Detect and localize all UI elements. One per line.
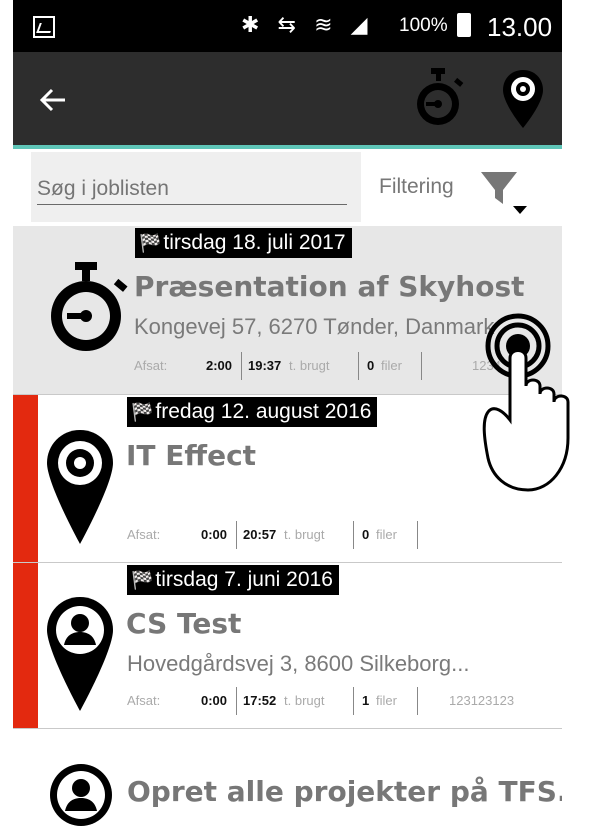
toolbar-accent-line xyxy=(13,145,562,149)
map-pin-gear-icon xyxy=(503,70,543,128)
job-date: tirsdag 18. juli 2017 xyxy=(163,231,346,254)
checkered-flag-icon: 🏁 xyxy=(139,233,162,253)
stopwatch-icon xyxy=(51,262,128,351)
files-label: filer xyxy=(381,358,402,373)
used-label: t. brugt xyxy=(289,358,330,373)
checkered-flag-icon: 🏁 xyxy=(131,570,154,590)
job-date-badge: 🏁tirsdag 18. juli 2017 xyxy=(135,228,352,258)
job-title: CS Test xyxy=(126,607,242,640)
files-value: 1 xyxy=(362,693,370,708)
used-value: 19:37 xyxy=(248,358,282,373)
search-input[interactable] xyxy=(37,174,347,205)
filter-label[interactable]: Filtering xyxy=(379,175,454,199)
job-date: tirsdag 7. juni 2016 xyxy=(155,568,333,591)
job-date-badge: 🏁fredag 12. august 2016 xyxy=(127,397,378,427)
files-value: 0 xyxy=(362,527,370,542)
job-date: fredag 12. august 2016 xyxy=(155,400,372,423)
job-meta: Afsat: 0:00 20:57 t. brugt 0 filer xyxy=(127,521,547,549)
job-list-item[interactable]: Opret alle projekter på TFS... xyxy=(13,729,562,827)
afsat-value: 2:00 xyxy=(206,358,233,373)
status-bar: ✱ ⇆ ≋ ◢ 100% 13.00 xyxy=(13,0,562,52)
job-reference: 123123123 xyxy=(449,693,515,708)
job-title: Opret alle projekter på TFS... xyxy=(127,775,562,808)
afsat-value: 0:00 xyxy=(201,693,228,708)
status-bar-indicator xyxy=(13,563,38,728)
used-label: t. brugt xyxy=(284,693,325,708)
arrow-left-icon xyxy=(39,88,65,112)
location-settings-button[interactable] xyxy=(501,68,545,130)
battery-icon xyxy=(457,13,471,37)
back-button[interactable] xyxy=(35,82,71,118)
files-value: 0 xyxy=(367,358,375,373)
used-value: 17:52 xyxy=(243,693,277,708)
filter-icon[interactable] xyxy=(479,170,531,218)
job-list-item[interactable]: 🏁tirsdag 7. juni 2016 CS Test Hovedgårds… xyxy=(13,563,562,729)
map-pin-gear-icon xyxy=(47,430,113,544)
status-bar-indicator xyxy=(13,395,38,562)
clock: 13.00 xyxy=(487,12,553,42)
afsat-label: Afsat: xyxy=(127,693,161,708)
tap-hand-icon xyxy=(482,313,570,492)
app-toolbar xyxy=(13,52,562,145)
status-icons: ✱ ⇆ ≋ ◢ xyxy=(241,12,374,37)
job-title: Præsentation af Skyhost xyxy=(134,270,525,303)
used-value: 20:57 xyxy=(243,527,277,542)
job-date-badge: 🏁tirsdag 7. juni 2016 xyxy=(127,565,339,595)
stopwatch-button[interactable] xyxy=(411,66,467,130)
image-notification-icon xyxy=(33,16,55,38)
afsat-value: 0:00 xyxy=(201,527,228,542)
afsat-label: Afsat: xyxy=(134,358,168,373)
used-label: t. brugt xyxy=(284,527,325,542)
job-title: IT Effect xyxy=(126,439,257,472)
job-address: Hovedgårdsvej 3, 8600 Silkeborg... xyxy=(127,651,470,676)
stopwatch-icon xyxy=(417,68,464,125)
map-pin-person-icon xyxy=(47,597,113,711)
checkered-flag-icon: 🏁 xyxy=(131,402,154,422)
search-area xyxy=(31,152,361,222)
person-icon xyxy=(50,764,112,826)
job-meta: Afsat: 0:00 17:52 t. brugt 1 filer 12312… xyxy=(127,687,547,715)
files-label: filer xyxy=(376,527,397,542)
battery-percentage: 100% xyxy=(399,15,448,36)
afsat-label: Afsat: xyxy=(127,527,161,542)
files-label: filer xyxy=(376,693,397,708)
